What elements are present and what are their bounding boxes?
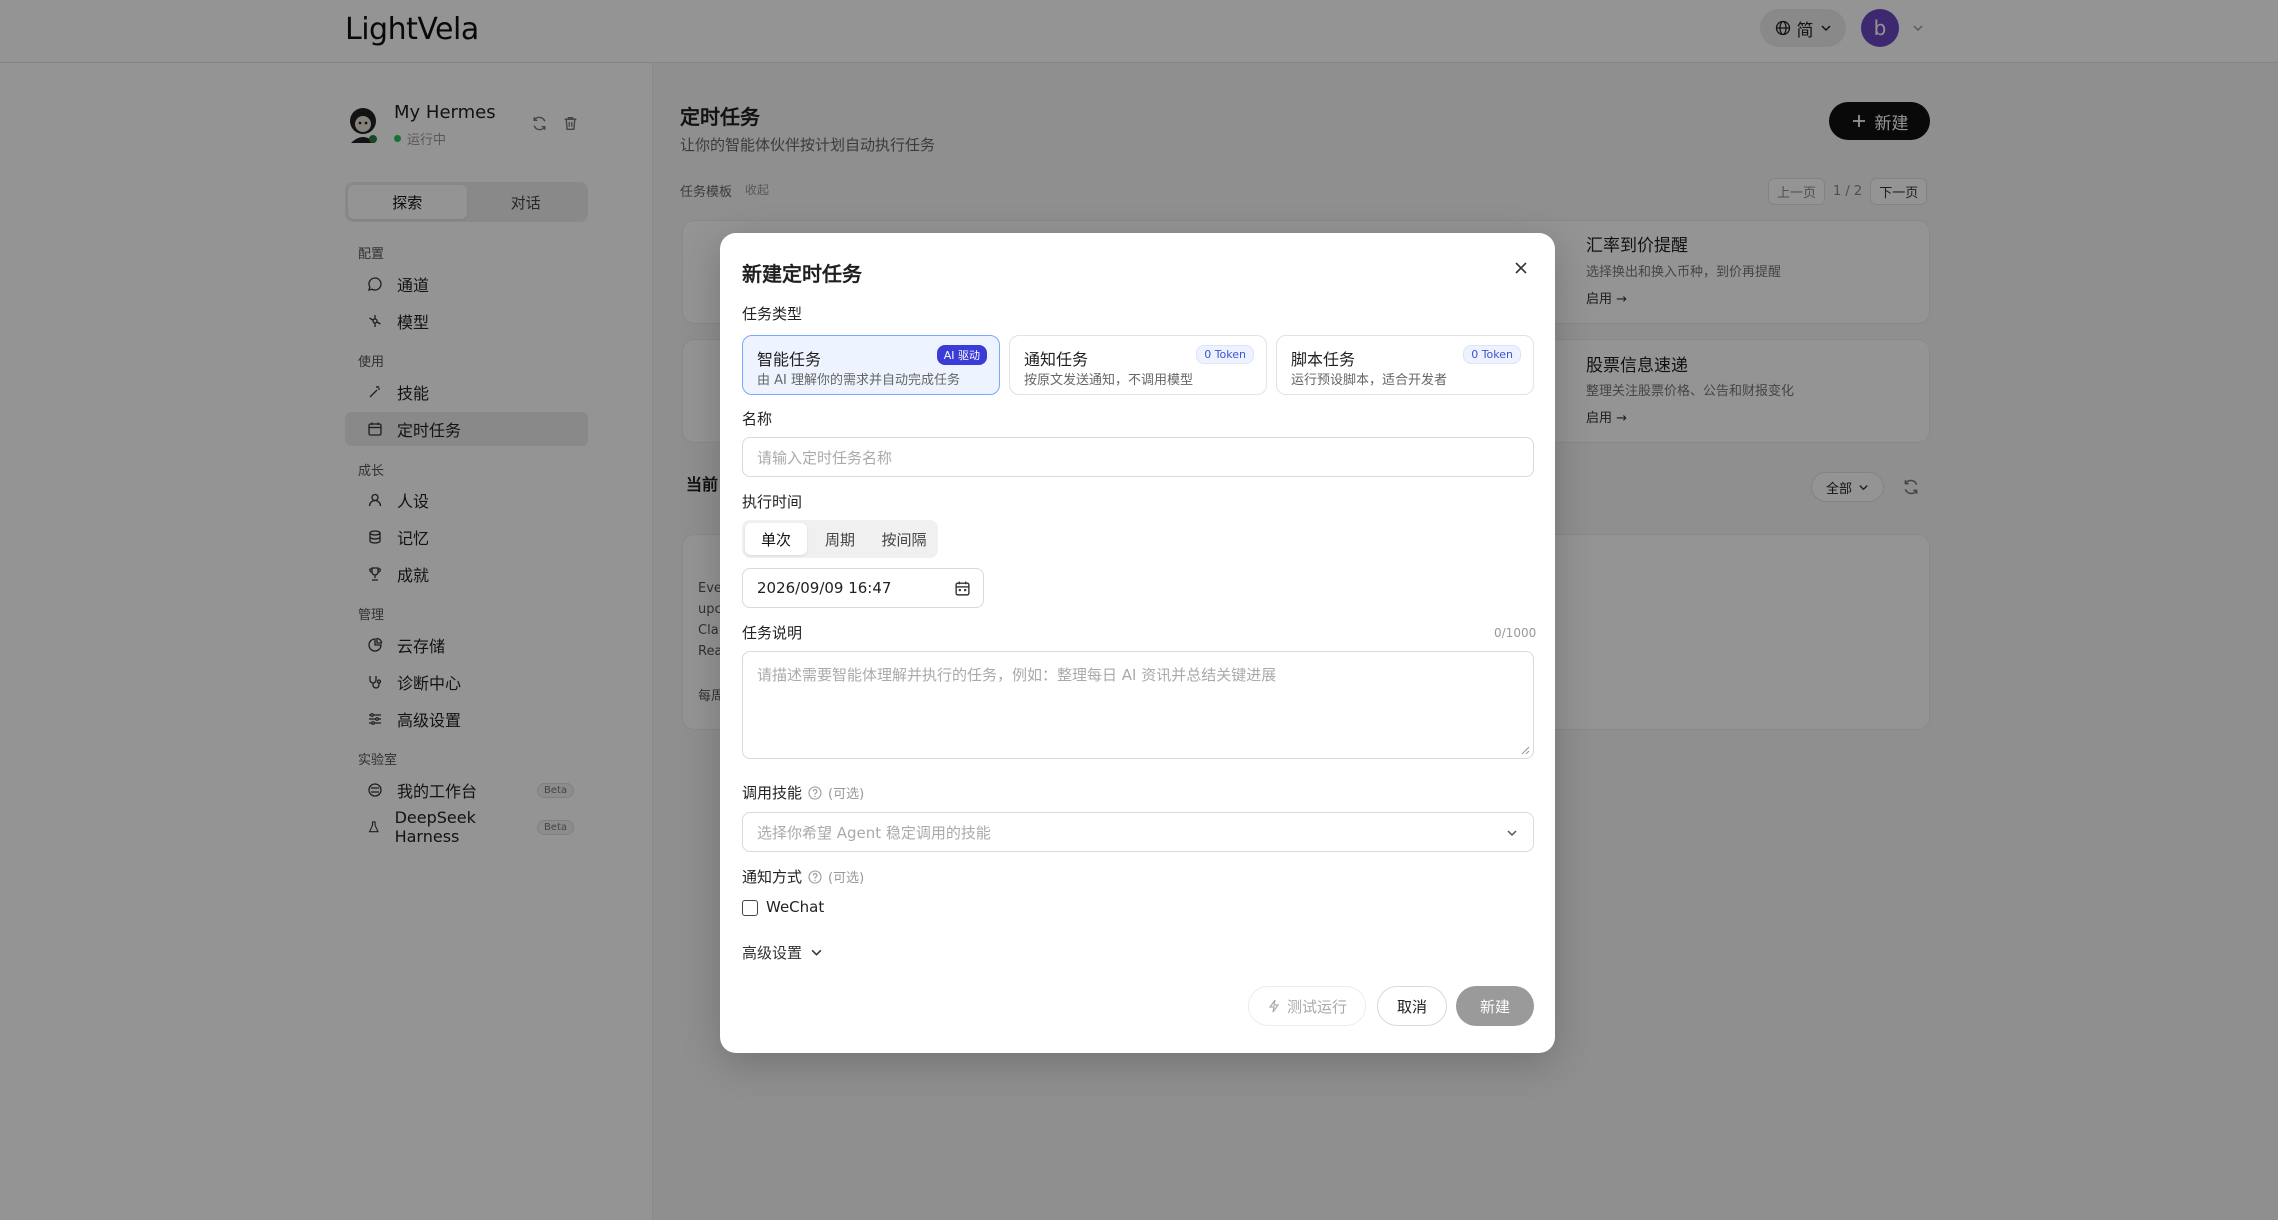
description-label: 任务说明 bbox=[742, 624, 803, 642]
time-mode-recurring[interactable]: 周期 bbox=[809, 523, 871, 555]
task-type-desc: 运行预设脚本，适合开发者 bbox=[1291, 373, 1448, 388]
wechat-checkbox[interactable] bbox=[742, 900, 758, 916]
task-type-script[interactable]: 脚本任务 运行预设脚本，适合开发者 0 Token bbox=[1276, 335, 1534, 395]
token-badge: 0 Token bbox=[1196, 345, 1254, 364]
notify-field-label: 通知方式 (可选) bbox=[742, 866, 864, 887]
task-type-desc: 按原文发送通知，不调用模型 bbox=[1024, 373, 1194, 388]
test-run-label: 测试运行 bbox=[1286, 997, 1347, 1016]
task-type-name: 通知任务 bbox=[1024, 350, 1089, 369]
token-badge: 0 Token bbox=[1463, 345, 1521, 364]
description-placeholder: 请描述需要智能体理解并执行的任务，例如：整理每日 AI 资讯并总结关键进展 bbox=[757, 666, 1277, 684]
optional-label: (可选) bbox=[828, 787, 865, 802]
task-type-smart[interactable]: 智能任务 由 AI 理解你的需求并自动完成任务 AI 驱动 bbox=[742, 335, 1000, 395]
chevron-down-icon bbox=[811, 949, 822, 956]
task-type-name: 智能任务 bbox=[757, 350, 822, 369]
test-run-button[interactable]: 测试运行 bbox=[1248, 986, 1366, 1026]
time-mode-interval[interactable]: 按间隔 bbox=[873, 523, 935, 555]
lightning-icon bbox=[1268, 999, 1280, 1013]
chevron-down-icon bbox=[1507, 830, 1517, 837]
time-mode-tabs: 单次 周期 按间隔 bbox=[742, 520, 938, 558]
datetime-input[interactable]: 2026/09/09 16:47 bbox=[742, 568, 984, 608]
wechat-label[interactable]: WeChat bbox=[766, 898, 824, 916]
resize-handle-icon[interactable] bbox=[1520, 745, 1530, 755]
ai-badge: AI 驱动 bbox=[936, 345, 987, 365]
datetime-value: 2026/09/09 16:47 bbox=[757, 579, 892, 597]
skills-label: 调用技能 bbox=[742, 784, 803, 802]
task-type-name: 脚本任务 bbox=[1291, 350, 1356, 369]
skills-select[interactable]: 选择你希望 Agent 稳定调用的技能 bbox=[742, 812, 1534, 852]
task-type-desc: 由 AI 理解你的需求并自动完成任务 bbox=[757, 373, 960, 388]
task-type-notify[interactable]: 通知任务 按原文发送通知，不调用模型 0 Token bbox=[1009, 335, 1267, 395]
cancel-button[interactable]: 取消 bbox=[1377, 986, 1447, 1026]
close-icon[interactable] bbox=[1510, 257, 1532, 279]
time-mode-once[interactable]: 单次 bbox=[745, 523, 807, 555]
help-icon[interactable] bbox=[808, 870, 822, 884]
advanced-settings-label: 高级设置 bbox=[742, 944, 803, 962]
name-label: 名称 bbox=[742, 410, 773, 428]
create-button[interactable]: 新建 bbox=[1456, 986, 1534, 1026]
description-textarea[interactable]: 请描述需要智能体理解并执行的任务，例如：整理每日 AI 资讯并总结关键进展 bbox=[742, 651, 1534, 759]
advanced-settings-toggle[interactable]: 高级设置 bbox=[742, 942, 823, 963]
task-name-input[interactable]: 请输入定时任务名称 bbox=[742, 437, 1534, 477]
new-scheduled-task-dialog: 新建定时任务 任务类型 智能任务 由 AI 理解你的需求并自动完成任务 AI 驱… bbox=[720, 233, 1555, 1053]
task-type-label: 任务类型 bbox=[742, 305, 803, 323]
optional-label: (可选) bbox=[828, 871, 865, 886]
help-icon[interactable] bbox=[808, 786, 822, 800]
description-counter: 0/1000 bbox=[1494, 626, 1537, 640]
skills-field-label: 调用技能 (可选) bbox=[742, 782, 864, 803]
calendar-icon[interactable] bbox=[954, 580, 971, 597]
notify-label: 通知方式 bbox=[742, 868, 803, 886]
skills-placeholder: 选择你希望 Agent 稳定调用的技能 bbox=[757, 823, 991, 842]
time-label: 执行时间 bbox=[742, 493, 803, 511]
dialog-title: 新建定时任务 bbox=[742, 262, 862, 286]
